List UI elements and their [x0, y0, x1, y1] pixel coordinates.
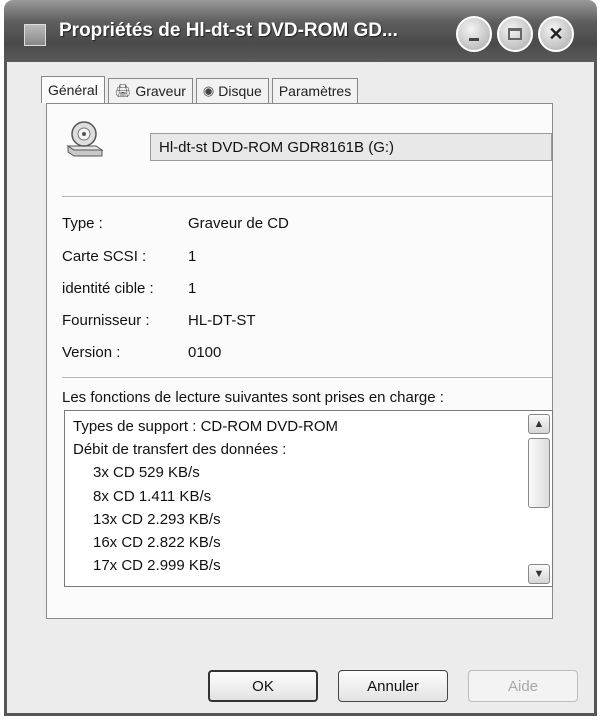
- tab-disque[interactable]: ◉ Disque: [195, 78, 269, 103]
- list-item: Débit de transfert des données :: [73, 441, 287, 459]
- list-item: Types de support : CD-ROM DVD-ROM: [73, 418, 339, 435]
- chevron-down-icon: ▼: [533, 568, 545, 580]
- list-item: 16x CD 2.822 KB/s: [93, 534, 221, 552]
- version-label: Version :: [62, 344, 121, 361]
- tab-label: Disque: [218, 83, 262, 99]
- scroll-down-button[interactable]: ▼: [528, 564, 550, 584]
- separator: [62, 377, 552, 378]
- cancel-button[interactable]: Annuler: [338, 670, 448, 702]
- device-name-field[interactable]: Hl-dt-st DVD-ROM GDR8161B (G:): [150, 133, 552, 161]
- tab-parametres[interactable]: Paramètres: [271, 78, 359, 103]
- title-bar[interactable]: Propriétés de Hl-dt-st DVD-ROM GD... ✕: [4, 0, 597, 62]
- maximize-button[interactable]: [497, 16, 533, 52]
- type-label: Type :: [62, 215, 103, 232]
- scsi-card-value: 1: [188, 248, 197, 265]
- list-item: 3x CD 529 KB/s: [93, 464, 200, 482]
- scroll-thumb[interactable]: [528, 438, 550, 508]
- tab-label: Graveur: [135, 83, 186, 99]
- system-menu-icon[interactable]: [24, 24, 46, 46]
- tab-graveur[interactable]: 🖨 Graveur: [107, 78, 193, 103]
- target-id-value: 1: [188, 280, 197, 297]
- close-icon: ✕: [548, 23, 564, 44]
- burner-icon: 🖨: [114, 83, 132, 98]
- scroll-up-button[interactable]: ▲: [528, 414, 550, 434]
- list-item: 17x CD 2.999 KB/s: [93, 557, 221, 575]
- chevron-up-icon: ▲: [533, 418, 545, 430]
- list-item: 8x CD 1.411 KB/s: [93, 487, 212, 505]
- separator: [62, 196, 552, 197]
- scsi-card-label: Carte SCSI :: [62, 248, 147, 265]
- disc-icon: ◉: [202, 83, 215, 98]
- help-button[interactable]: Aide: [468, 670, 578, 702]
- vendor-label: Fournisseur :: [62, 312, 150, 329]
- minimize-button[interactable]: [456, 16, 492, 52]
- close-button[interactable]: ✕: [538, 16, 574, 52]
- cd-drive-icon: [66, 121, 104, 157]
- features-listbox[interactable]: Types de support : CD-ROM DVD-ROM Débit …: [64, 410, 553, 587]
- ok-button[interactable]: OK: [208, 670, 318, 702]
- vertical-scrollbar[interactable]: ▲ ▼: [528, 414, 550, 584]
- window-title: Propriétés de Hl-dt-st DVD-ROM GD...: [59, 20, 398, 41]
- vendor-value: HL-DT-ST: [188, 312, 256, 329]
- tab-general[interactable]: Général: [41, 76, 105, 103]
- type-value: Graveur de CD: [188, 215, 289, 232]
- tab-label: Paramètres: [278, 83, 352, 99]
- list-item: 13x CD 2.293 KB/s: [93, 510, 221, 528]
- minimize-icon: [469, 37, 479, 41]
- maximize-icon: [508, 28, 522, 40]
- tab-strip: Général 🖨 Graveur ◉ Disque Paramètres: [41, 76, 361, 104]
- target-id-label: identité cible :: [62, 280, 154, 297]
- features-label: Les fonctions de lecture suivantes sont …: [62, 389, 444, 406]
- version-value: 0100: [188, 344, 222, 361]
- tab-label: Général: [48, 82, 98, 98]
